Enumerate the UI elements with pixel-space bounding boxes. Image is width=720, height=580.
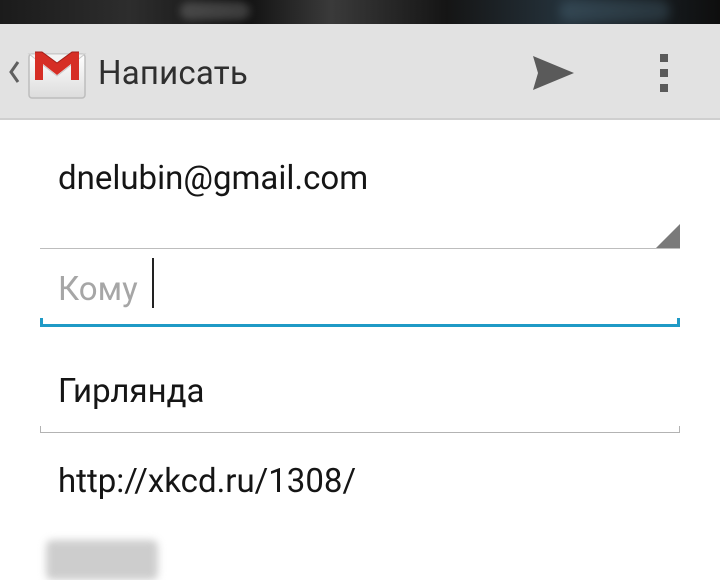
to-underline-tick (677, 318, 680, 327)
to-input[interactable] (40, 254, 680, 324)
text-cursor (152, 258, 154, 308)
chevron-left-icon[interactable] (6, 58, 22, 86)
to-underline-tick (40, 318, 43, 327)
status-bar-blur (560, 0, 670, 22)
subject-underline-tick (40, 426, 41, 433)
gmail-envelope-icon[interactable] (26, 40, 88, 102)
subject-underline-tick (679, 426, 680, 433)
subject-underline (40, 432, 680, 433)
status-bar-blur (180, 2, 250, 20)
send-icon[interactable] (524, 48, 582, 98)
spinner-triangle-icon (656, 224, 680, 248)
from-underline (40, 248, 680, 249)
subject-field[interactable]: Гирлянда (40, 366, 680, 438)
to-underline-focused (40, 324, 680, 327)
message-body-field[interactable]: http://xkcd.ru/1308/ (40, 460, 680, 520)
to-field (40, 254, 680, 332)
subject-value: Гирлянда (58, 372, 205, 411)
action-bar-title: Написать (98, 54, 248, 93)
message-body-text: http://xkcd.ru/1308/ (58, 462, 357, 501)
status-bar (0, 0, 720, 24)
from-account-value: dnelubin@gmail.com (58, 159, 369, 198)
overflow-menu-icon[interactable] (646, 48, 684, 98)
action-bar: Написать (0, 24, 720, 120)
from-account-spinner[interactable]: dnelubin@gmail.com (40, 152, 680, 249)
blurred-content (46, 540, 158, 580)
